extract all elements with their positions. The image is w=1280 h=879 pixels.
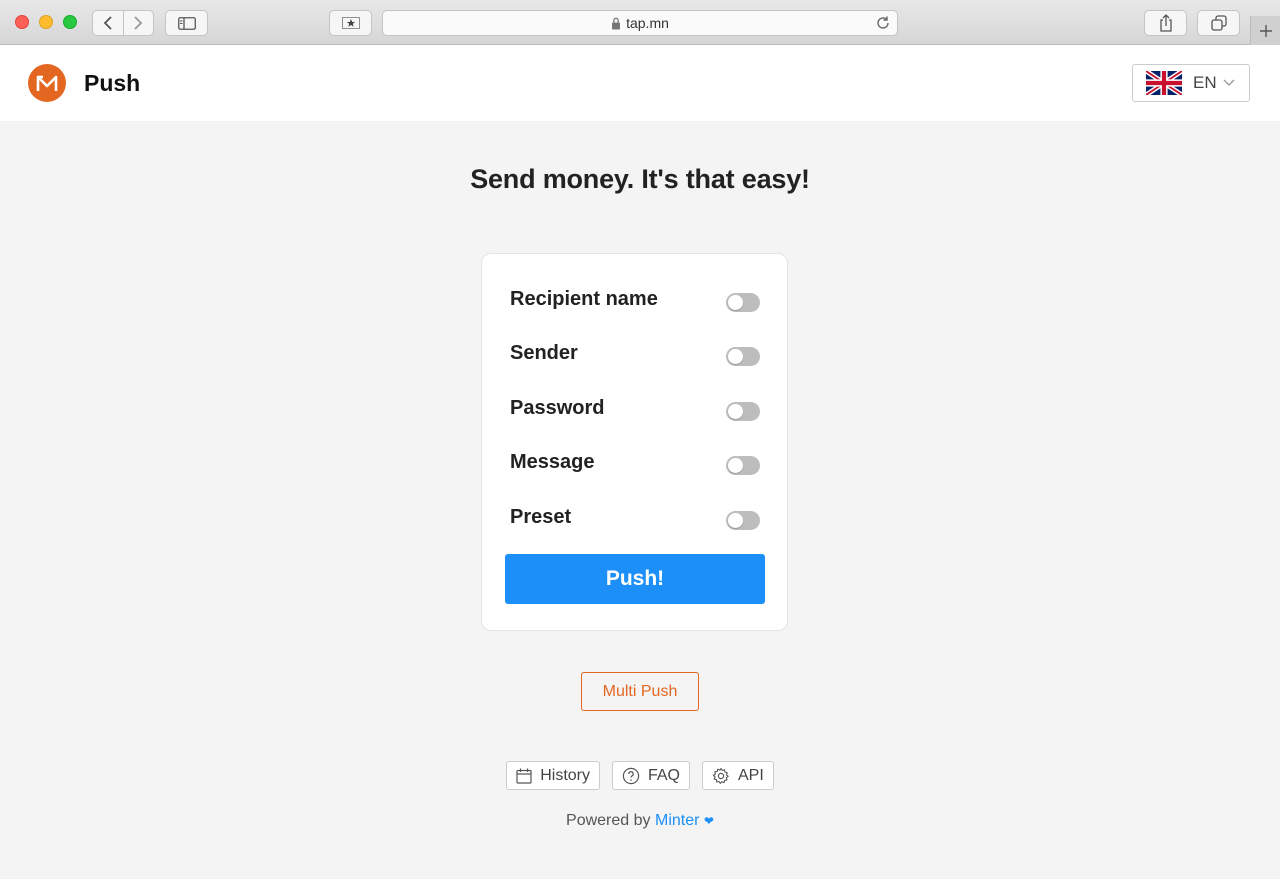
page-headline: Send money. It's that easy!	[470, 164, 810, 194]
multi-push-button[interactable]: Multi Push	[581, 672, 699, 711]
toggle-knob	[728, 457, 743, 473]
back-button[interactable]	[93, 11, 123, 35]
option-message: Message	[510, 447, 760, 477]
recipient-name-toggle[interactable]	[726, 292, 760, 312]
plus-icon	[1259, 24, 1272, 37]
share-button[interactable]	[1144, 10, 1187, 36]
minimize-window-button[interactable]	[39, 15, 53, 29]
calendar-icon	[516, 768, 532, 784]
chevron-left-icon	[103, 16, 112, 30]
preset-toggle[interactable]	[726, 510, 760, 530]
option-password: Password	[510, 393, 760, 423]
close-window-button[interactable]	[15, 15, 29, 29]
push-button[interactable]: Push!	[505, 554, 765, 604]
brand-title[interactable]: Push	[84, 70, 140, 97]
toggle-knob	[728, 348, 743, 364]
option-label: Sender	[510, 341, 578, 364]
powered-prefix: Powered by	[566, 812, 651, 829]
question-circle-icon	[622, 767, 640, 784]
history-label: History	[540, 766, 590, 784]
password-toggle[interactable]	[726, 401, 760, 421]
zoom-window-button[interactable]	[63, 15, 77, 29]
url-text: tap.mn	[626, 15, 669, 31]
tab-overview-button[interactable]	[1197, 10, 1240, 36]
site-header: Push EN	[0, 45, 1280, 121]
message-toggle[interactable]	[726, 455, 760, 475]
faq-label: FAQ	[647, 766, 680, 784]
gear-icon	[712, 767, 729, 784]
tabs-icon	[1210, 15, 1227, 31]
reload-icon[interactable]	[875, 15, 891, 31]
option-recipient-name: Recipient name	[510, 284, 760, 314]
chevron-right-icon	[134, 16, 143, 30]
uk-flag-icon	[1146, 71, 1182, 95]
lock-icon	[612, 17, 621, 29]
toggle-knob	[728, 512, 743, 528]
option-label: Message	[510, 450, 595, 473]
favorites-button[interactable]	[329, 10, 372, 36]
toggle-knob	[728, 403, 743, 419]
share-icon	[1159, 14, 1172, 32]
sidebar-toggle-button[interactable]	[165, 10, 208, 36]
new-tab-button[interactable]	[1250, 16, 1280, 45]
option-label: Password	[510, 396, 605, 419]
forward-button[interactable]	[122, 11, 153, 35]
footer-links: History FAQ API	[0, 761, 1280, 790]
api-link[interactable]: API	[702, 761, 774, 790]
history-nav	[92, 10, 154, 36]
heart-icon: ❤	[703, 814, 714, 828]
sidebar-icon	[177, 16, 196, 30]
language-code: EN	[1193, 73, 1217, 92]
address-bar[interactable]: tap.mn	[382, 10, 898, 36]
option-sender: Sender	[510, 338, 760, 368]
chevron-down-icon	[1223, 79, 1235, 86]
toggle-knob	[728, 294, 743, 310]
language-selector[interactable]: EN	[1132, 64, 1250, 102]
option-preset: Preset	[510, 502, 760, 532]
option-label: Recipient name	[510, 287, 658, 310]
api-label: API	[738, 766, 764, 784]
minter-logo-icon	[36, 75, 58, 91]
powered-by: Powered by Minter ❤	[0, 812, 1280, 830]
faq-link[interactable]: FAQ	[611, 761, 690, 790]
minter-logo[interactable]	[28, 64, 66, 102]
history-link[interactable]: History	[506, 761, 600, 790]
sender-toggle[interactable]	[726, 346, 760, 366]
star-icon	[341, 17, 360, 29]
push-form-card: Recipient name Sender Password Message P…	[481, 253, 788, 631]
browser-toolbar: tap.mn	[0, 0, 1280, 45]
minter-link[interactable]: Minter	[655, 812, 699, 829]
option-label: Preset	[510, 505, 572, 528]
